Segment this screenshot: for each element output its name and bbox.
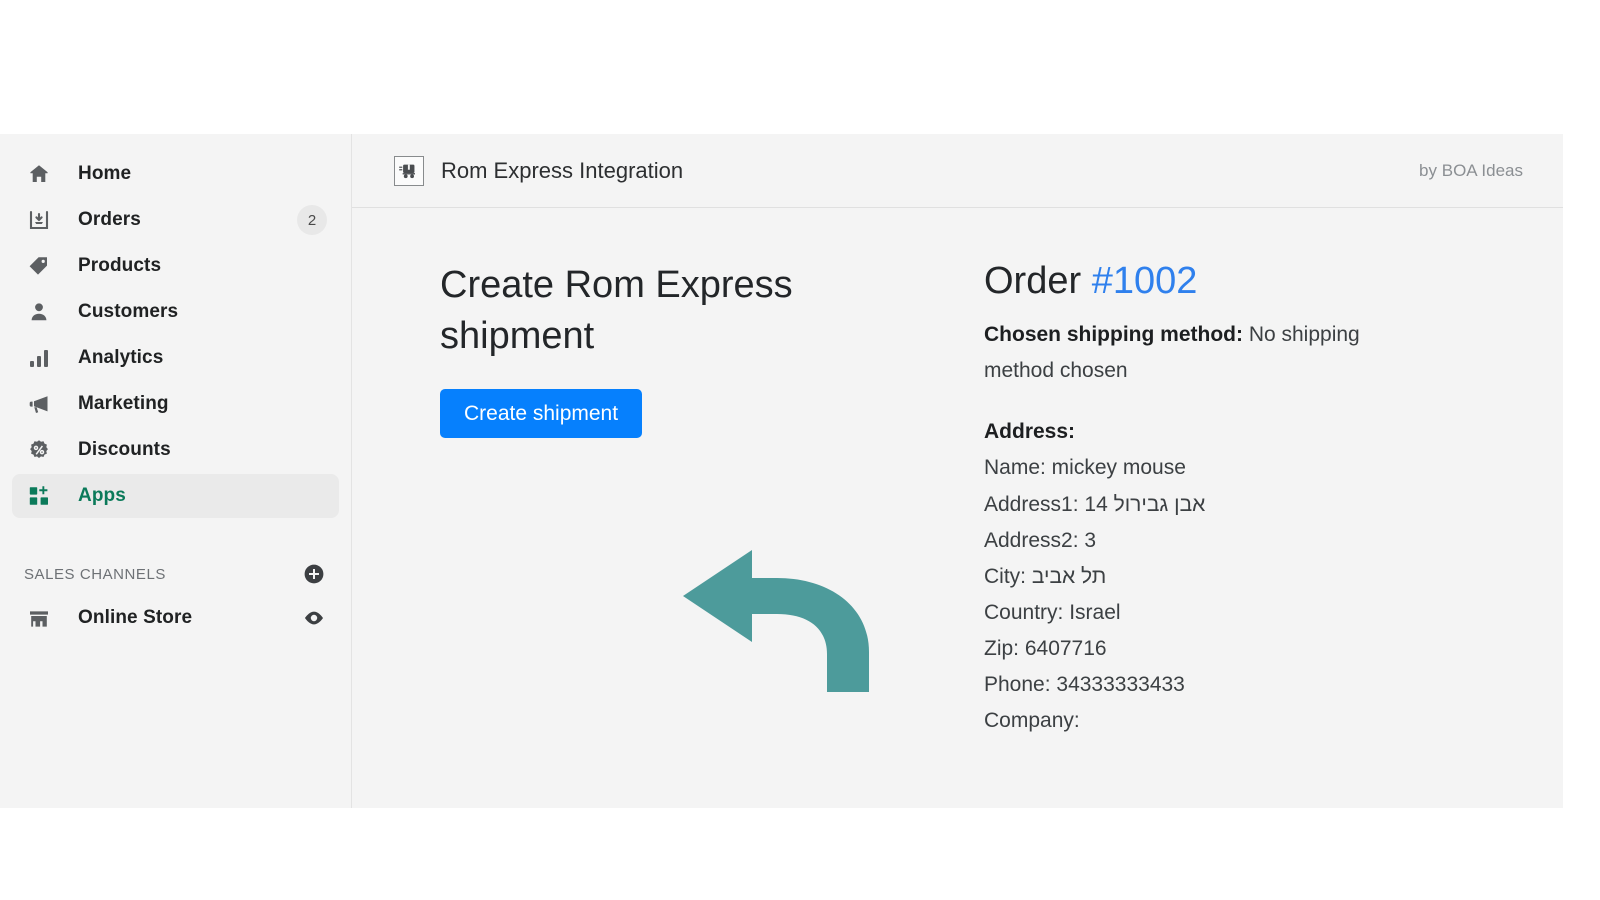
shipping-method-line: Chosen shipping method: No shipping meth… bbox=[984, 317, 1414, 388]
address-line: City: תל אביב bbox=[984, 564, 1107, 588]
sidebar-item-label: Apps bbox=[78, 485, 126, 506]
storefront-icon bbox=[24, 603, 54, 633]
sidebar-item-label: Products bbox=[78, 255, 162, 276]
sidebar-item-marketing[interactable]: Marketing bbox=[12, 382, 339, 426]
app-header: Rom Express Integration by BOA Ideas bbox=[352, 134, 1563, 208]
orders-count-badge: 2 bbox=[297, 205, 327, 235]
apps-grid-plus-icon bbox=[24, 481, 54, 511]
sidebar-item-label: Customers bbox=[78, 301, 179, 322]
address-heading: Address: bbox=[984, 420, 1076, 444]
address-line: Name: mickey mouse bbox=[984, 456, 1186, 480]
sidebar-item-home[interactable]: Home bbox=[12, 152, 339, 196]
sidebar-item-online-store[interactable]: Online Store bbox=[12, 596, 339, 640]
address-line: Address1: 14 אבן גבירול bbox=[984, 492, 1206, 516]
eye-icon[interactable] bbox=[301, 605, 327, 631]
order-number-link[interactable]: #1002 bbox=[1092, 260, 1198, 302]
sidebar-item-label: Discounts bbox=[78, 439, 171, 460]
create-shipment-button[interactable]: Create shipment bbox=[440, 389, 643, 439]
order-title-prefix: Order bbox=[984, 260, 1092, 302]
orders-inbox-icon bbox=[24, 205, 54, 235]
sidebar-item-label: Home bbox=[78, 163, 132, 184]
app-window: Home Orders 2 Products Customers Analyti… bbox=[0, 134, 1563, 808]
sidebar-item-discounts[interactable]: Discounts bbox=[12, 428, 339, 472]
sidebar-item-label: Orders bbox=[78, 209, 141, 230]
order-title: Order #1002 bbox=[984, 260, 1523, 303]
analytics-bars-icon bbox=[24, 343, 54, 373]
app-author: by BOA Ideas bbox=[1419, 160, 1523, 180]
address-line: Phone: 34333333433 bbox=[984, 673, 1185, 697]
shipment-creation-column: Create Rom Express shipment Create shipm… bbox=[440, 260, 910, 808]
sidebar-item-customers[interactable]: Customers bbox=[12, 290, 339, 334]
address-line: Address2: 3 bbox=[984, 528, 1097, 552]
customer-person-icon bbox=[24, 297, 54, 327]
delivery-truck-icon bbox=[394, 155, 424, 186]
sales-channels-section-header: SALES CHANNELS bbox=[12, 554, 339, 594]
sidebar-item-label: Analytics bbox=[78, 347, 164, 368]
address-line: Zip: 6407716 bbox=[984, 637, 1107, 661]
plus-circle-icon[interactable] bbox=[301, 561, 327, 587]
product-tag-icon bbox=[24, 251, 54, 281]
shipping-method-label: Chosen shipping method: bbox=[984, 323, 1243, 346]
home-icon bbox=[24, 159, 54, 189]
app-body: Create Rom Express shipment Create shipm… bbox=[352, 208, 1563, 808]
sidebar-item-analytics[interactable]: Analytics bbox=[12, 336, 339, 380]
sidebar-item-orders[interactable]: Orders 2 bbox=[12, 198, 339, 242]
sidebar-item-products[interactable]: Products bbox=[12, 244, 339, 288]
address-line: Country: Israel bbox=[984, 600, 1121, 624]
address-block: Address: Name: mickey mouse Address1: 14… bbox=[984, 414, 1523, 739]
address-line: Company: bbox=[984, 709, 1080, 733]
order-details-column: Order #1002 Chosen shipping method: No s… bbox=[910, 260, 1523, 808]
sidebar-item-apps[interactable]: Apps bbox=[12, 474, 339, 518]
primary-sidebar: Home Orders 2 Products Customers Analyti… bbox=[0, 134, 352, 808]
discount-percent-icon bbox=[24, 435, 54, 465]
sidebar-item-label: Online Store bbox=[78, 607, 193, 628]
sales-channels-title: SALES CHANNELS bbox=[24, 565, 166, 583]
marketing-megaphone-icon bbox=[24, 389, 54, 419]
page-title: Create Rom Express shipment bbox=[440, 264, 793, 357]
app-title: Rom Express Integration bbox=[441, 157, 684, 183]
sidebar-item-label: Marketing bbox=[78, 393, 169, 414]
embedded-app-pane: Rom Express Integration by BOA Ideas Cre… bbox=[352, 134, 1563, 808]
